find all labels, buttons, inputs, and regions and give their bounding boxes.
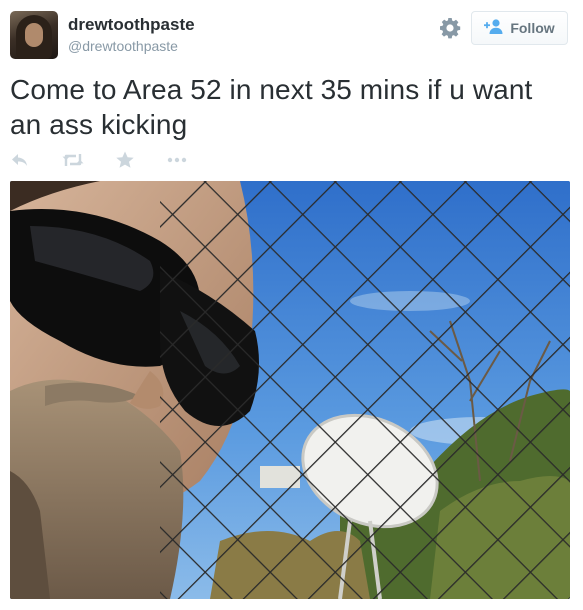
tweet-photo[interactable] bbox=[10, 181, 570, 599]
star-icon[interactable] bbox=[115, 150, 135, 170]
display-name[interactable]: drewtoothpaste bbox=[68, 15, 195, 35]
tweet-card: drewtoothpaste @drewtoothpaste Follow Co… bbox=[0, 0, 583, 610]
follow-button[interactable]: Follow bbox=[471, 11, 568, 45]
add-user-icon bbox=[484, 18, 504, 39]
user-handle[interactable]: @drewtoothpaste bbox=[68, 37, 178, 55]
more-icon[interactable] bbox=[166, 150, 188, 170]
reply-icon[interactable] bbox=[10, 150, 30, 170]
retweet-icon[interactable] bbox=[61, 150, 85, 170]
avatar[interactable] bbox=[10, 11, 58, 59]
follow-button-label: Follow bbox=[510, 20, 555, 36]
tweet-text: Come to Area 52 in next 35 mins if u wan… bbox=[10, 74, 533, 140]
gear-icon[interactable] bbox=[438, 16, 462, 40]
